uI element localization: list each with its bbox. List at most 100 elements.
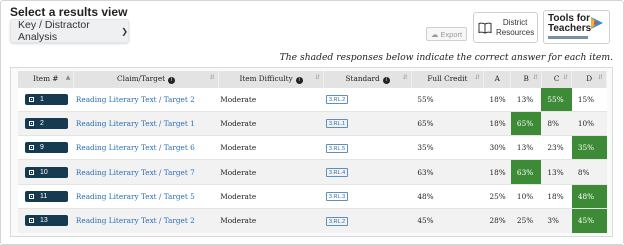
sort-icon: ⇵ — [209, 74, 215, 81]
item-difficulty: Moderate — [220, 118, 257, 128]
expand-icon — [29, 120, 34, 126]
response-a-value: 18% — [489, 118, 506, 128]
district-resources-label-1: District — [502, 17, 528, 27]
column-header-full-credit[interactable]: Full Credit ⇵ — [411, 71, 484, 87]
response-c-value: 23% — [547, 143, 564, 153]
table-row: 1 Reading Literary Text / Target 2 Moderat… — [18, 86, 607, 112]
item-number: 10 — [40, 168, 48, 176]
claim-target-link[interactable]: Reading Literary Text / Target 5 — [76, 192, 195, 201]
response-b-value: 25% — [516, 216, 534, 226]
expand-icon — [29, 169, 34, 175]
full-credit-value: 35% — [417, 143, 434, 153]
item-expand-button[interactable]: 1 — [25, 93, 68, 105]
item-difficulty: Moderate — [220, 143, 257, 153]
response-a-value: 28% — [489, 216, 506, 226]
full-credit-value: 45% — [417, 216, 434, 226]
expand-icon — [29, 193, 34, 199]
standard-badge[interactable]: 3.RL.3 — [325, 192, 349, 202]
item-difficulty: Moderate — [220, 216, 257, 226]
response-b-value: 63% — [516, 167, 534, 177]
claim-cell: Reading Literary Text / Target 7 — [73, 159, 219, 185]
table-row: 13 Reading Literary Text / Target 2 Modera… — [18, 207, 607, 233]
results-view-title: Select a results view — [10, 5, 128, 19]
item-expand-button[interactable]: 2 — [25, 117, 68, 129]
column-header-standard[interactable]: Standard i ⇵ — [323, 71, 412, 87]
standard-badge[interactable]: 3.RL.4 — [325, 168, 349, 178]
tools-for-teachers-logo[interactable]: Tools for Teachers — [543, 10, 610, 44]
export-label: Export — [440, 29, 463, 39]
difficulty-cell: Moderate — [218, 86, 324, 112]
column-header-d[interactable]: D ⇵ — [571, 71, 607, 87]
standard-badge[interactable]: 3.RL.2 — [325, 95, 349, 105]
response-d-cell: 15% — [571, 86, 607, 112]
info-icon[interactable]: i — [382, 76, 390, 84]
claim-target-link[interactable]: Reading Literary Text / Target 6 — [76, 143, 195, 152]
response-b-cell: 65% — [510, 110, 542, 136]
results-table-container: Item # ▲ Claim/Target i ⇵ Item Difficulty i ⇵… — [10, 67, 613, 237]
response-a-cell: 28% — [483, 207, 511, 233]
item-difficulty: Moderate — [220, 94, 257, 104]
column-header-item[interactable]: Item # ▲ — [18, 71, 75, 87]
response-c-value: 13% — [547, 167, 564, 177]
item-cell: 2 — [18, 110, 74, 136]
column-header-b[interactable]: B ⇵ — [510, 71, 542, 87]
info-icon[interactable]: i — [168, 76, 176, 84]
sort-icon: ⇵ — [597, 74, 603, 81]
book-icon — [478, 22, 492, 34]
claim-cell: Reading Literary Text / Target 2 — [73, 86, 219, 112]
response-c-cell: 23% — [541, 135, 572, 160]
response-c-cell: 13% — [541, 159, 572, 185]
difficulty-cell: Moderate — [218, 159, 324, 185]
info-icon[interactable]: i — [295, 76, 303, 84]
results-view-value: Key / Distractor Analysis — [18, 19, 90, 43]
difficulty-cell: Moderate — [218, 135, 324, 160]
chevron-down-icon: ❯ — [121, 26, 128, 36]
export-button[interactable]: ☁ Export — [426, 27, 467, 41]
full-credit-cell: 35% — [411, 135, 484, 160]
expand-icon — [29, 96, 34, 102]
results-view-dropdown[interactable]: Key / Distractor Analysis ❯ — [10, 19, 129, 43]
item-cell: 11 — [18, 183, 74, 209]
column-header-difficulty[interactable]: Item Difficulty i ⇵ — [218, 71, 325, 87]
item-expand-button[interactable]: 11 — [25, 190, 68, 202]
difficulty-cell: Moderate — [218, 207, 324, 233]
standard-badge[interactable]: 3.RL.1 — [325, 119, 349, 129]
item-difficulty: Moderate — [220, 191, 257, 201]
response-d-cell: 45% — [571, 207, 607, 233]
response-a-value: 30% — [489, 143, 506, 153]
claim-target-link[interactable]: Reading Literary Text / Target 2 — [76, 216, 195, 225]
item-expand-button[interactable]: 13 — [25, 215, 68, 227]
response-c-cell: 3% — [541, 207, 572, 233]
column-header-c[interactable]: C ⇵ — [541, 71, 573, 87]
response-d-cell: 10% — [571, 110, 607, 136]
column-header-a[interactable]: A — [483, 71, 512, 87]
district-resources-label-2: Resources — [496, 27, 535, 37]
response-b-cell: 63% — [510, 159, 542, 185]
claim-target-link[interactable]: Reading Literary Text / Target 2 — [76, 95, 195, 104]
full-credit-value: 55% — [417, 94, 434, 104]
response-c-cell: 55% — [541, 86, 572, 112]
response-a-value: 25% — [489, 191, 506, 201]
full-credit-value: 63% — [417, 167, 434, 177]
standard-badge[interactable]: 3.RL.5 — [325, 143, 349, 153]
table-row: 11 Reading Literary Text / Target 5 Modera… — [18, 183, 607, 209]
table-header-row: Item # ▲ Claim/Target i ⇵ Item Difficulty i ⇵… — [18, 71, 607, 87]
full-credit-cell: 48% — [411, 183, 484, 209]
claim-target-link[interactable]: Reading Literary Text / Target 7 — [76, 168, 195, 177]
item-expand-button[interactable]: 10 — [25, 166, 68, 178]
sort-icon: ⇵ — [474, 74, 480, 81]
key-distractor-table: Item # ▲ Claim/Target i ⇵ Item Difficulty i ⇵… — [18, 71, 607, 233]
response-a-cell: 30% — [483, 135, 511, 160]
sort-icon: ⇵ — [402, 74, 408, 81]
response-b-cell: 13% — [510, 135, 542, 160]
item-expand-button[interactable]: 9 — [25, 142, 68, 154]
response-b-value: 10% — [516, 191, 534, 201]
item-number: 1 — [40, 95, 44, 103]
district-resources-button[interactable]: District Resources — [473, 12, 538, 43]
sort-icon: ⇵ — [563, 74, 569, 81]
column-header-claim[interactable]: Claim/Target i ⇵ — [73, 71, 219, 87]
response-c-value: 8% — [547, 118, 559, 128]
standard-cell: 3.RL.3 — [323, 183, 412, 209]
claim-target-link[interactable]: Reading Literary Text / Target 1 — [76, 119, 195, 128]
standard-badge[interactable]: 3.RL.2 — [325, 216, 349, 226]
